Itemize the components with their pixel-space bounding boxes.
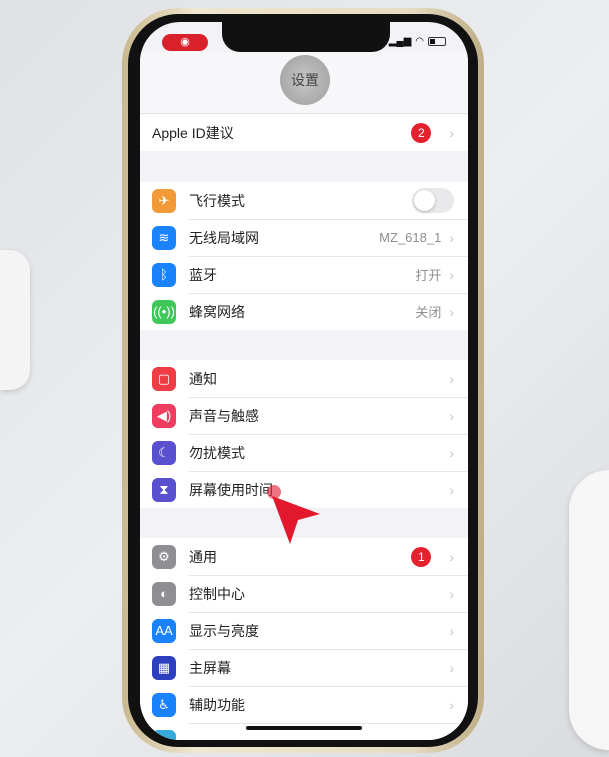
chevron-right-icon: › — [449, 659, 454, 676]
page-title: 设置 — [280, 55, 330, 105]
row-label: 通知 — [189, 370, 217, 387]
settings-screen: ◉ ▂▄▆ ◠ 设置 Apple ID建议 2 › ✈ 飞行模式 ≋ 无线局域网 M… — [140, 22, 468, 740]
airplane-mode-toggle[interactable] — [412, 188, 454, 213]
chevron-right-icon: › — [449, 696, 454, 713]
hourglass-icon: ⧗ — [152, 477, 176, 502]
wifi-icon: ≋ — [152, 225, 176, 250]
settings-row[interactable]: ☾ 勿扰模式 › — [140, 434, 468, 471]
row-value: 打开 — [415, 268, 442, 283]
settings-row[interactable]: ᛒ 蓝牙 打开 › — [140, 256, 468, 293]
settings-row[interactable]: ◀) 声音与触感 › — [140, 397, 468, 434]
display-icon: AA — [152, 618, 176, 643]
row-label: 飞行模式 — [189, 192, 245, 209]
row-label: 勿扰模式 — [189, 444, 245, 461]
cellular-icon: ((•)) — [152, 299, 176, 324]
connectivity-group: ✈ 飞行模式 ≋ 无线局域网 MZ_618_1 › ᛒ 蓝牙 打开 › ((•)) 蜂窝网络 关… — [140, 182, 468, 330]
switches-icon: ◐ — [152, 581, 176, 606]
general-group: ⚙ 通用 1 › ◐ 控制中心 › AA 显示与亮度 › ▦ 主屏幕 › ♿ 辅助功能 › › — [140, 538, 468, 740]
pointer-annotation — [267, 485, 320, 544]
moon-icon: ☾ — [152, 440, 176, 465]
battery-icon — [428, 37, 446, 46]
row-label: 通用 — [189, 548, 217, 565]
row-label: 蜂窝网络 — [189, 303, 245, 320]
chevron-right-icon: › — [449, 124, 454, 141]
home-indicator[interactable] — [246, 726, 362, 730]
wallpaper-icon — [152, 729, 176, 740]
row-label: Apple ID建议 — [152, 124, 234, 141]
row-label: 控制中心 — [189, 585, 245, 602]
badge: 1 — [411, 546, 432, 567]
arrow-cursor-icon — [272, 496, 320, 544]
chevron-right-icon: › — [449, 444, 454, 461]
accessibility-icon: ♿ — [152, 692, 176, 717]
chevron-right-icon: › — [449, 229, 454, 246]
settings-row[interactable]: AA 显示与亮度 › — [140, 612, 468, 649]
apple-id-group: Apple ID建议 2 › — [140, 114, 468, 151]
chevron-right-icon: › — [449, 303, 454, 320]
settings-row[interactable]: ♿ 辅助功能 › — [140, 686, 468, 723]
chevron-right-icon: › — [449, 548, 454, 565]
wifi-icon: ◠ — [415, 36, 424, 47]
settings-row[interactable]: ▦ 主屏幕 › — [140, 649, 468, 686]
chevron-right-icon: › — [449, 734, 454, 741]
chevron-right-icon: › — [449, 370, 454, 387]
settings-row[interactable]: ((•)) 蜂窝网络 关闭 › — [140, 293, 468, 330]
settings-row[interactable]: ▢ 通知 › — [140, 360, 468, 397]
badge: 2 — [411, 122, 432, 143]
chevron-right-icon: › — [449, 481, 454, 498]
status-bar: ▂▄▆ ◠ — [389, 36, 446, 47]
apple-id-suggestions-row[interactable]: Apple ID建议 2 › — [140, 114, 468, 151]
record-icon[interactable]: ◉ — [162, 34, 208, 51]
chevron-right-icon: › — [449, 622, 454, 639]
row-label: 蓝牙 — [189, 266, 217, 283]
gear-icon: ⚙ — [152, 544, 176, 569]
background-object — [0, 250, 30, 390]
row-label: 辅助功能 — [189, 696, 245, 713]
bluetooth-icon: ᛒ — [152, 262, 176, 287]
row-label: 主屏幕 — [189, 659, 231, 676]
sound-icon: ◀) — [152, 403, 176, 428]
signal-icon: ▂▄▆ — [388, 36, 412, 47]
airplane-icon: ✈ — [152, 188, 176, 213]
notifications-icon: ▢ — [152, 366, 176, 391]
row-label: 显示与亮度 — [189, 622, 259, 639]
row-value: 关闭 — [415, 305, 442, 320]
settings-row[interactable]: ◐ 控制中心 › — [140, 575, 468, 612]
chevron-right-icon: › — [449, 266, 454, 283]
notch — [222, 22, 390, 52]
settings-row[interactable]: ≋ 无线局域网 MZ_618_1 › — [140, 219, 468, 256]
row-value: MZ_618_1 — [379, 230, 442, 245]
row-label: 无线局域网 — [189, 229, 259, 246]
background-object — [569, 470, 609, 750]
settings-row[interactable]: ✈ 飞行模式 — [140, 182, 468, 219]
home-screen-icon: ▦ — [152, 655, 176, 680]
row-label: 声音与触感 — [189, 407, 259, 424]
chevron-right-icon: › — [449, 407, 454, 424]
chevron-right-icon: › — [449, 585, 454, 602]
